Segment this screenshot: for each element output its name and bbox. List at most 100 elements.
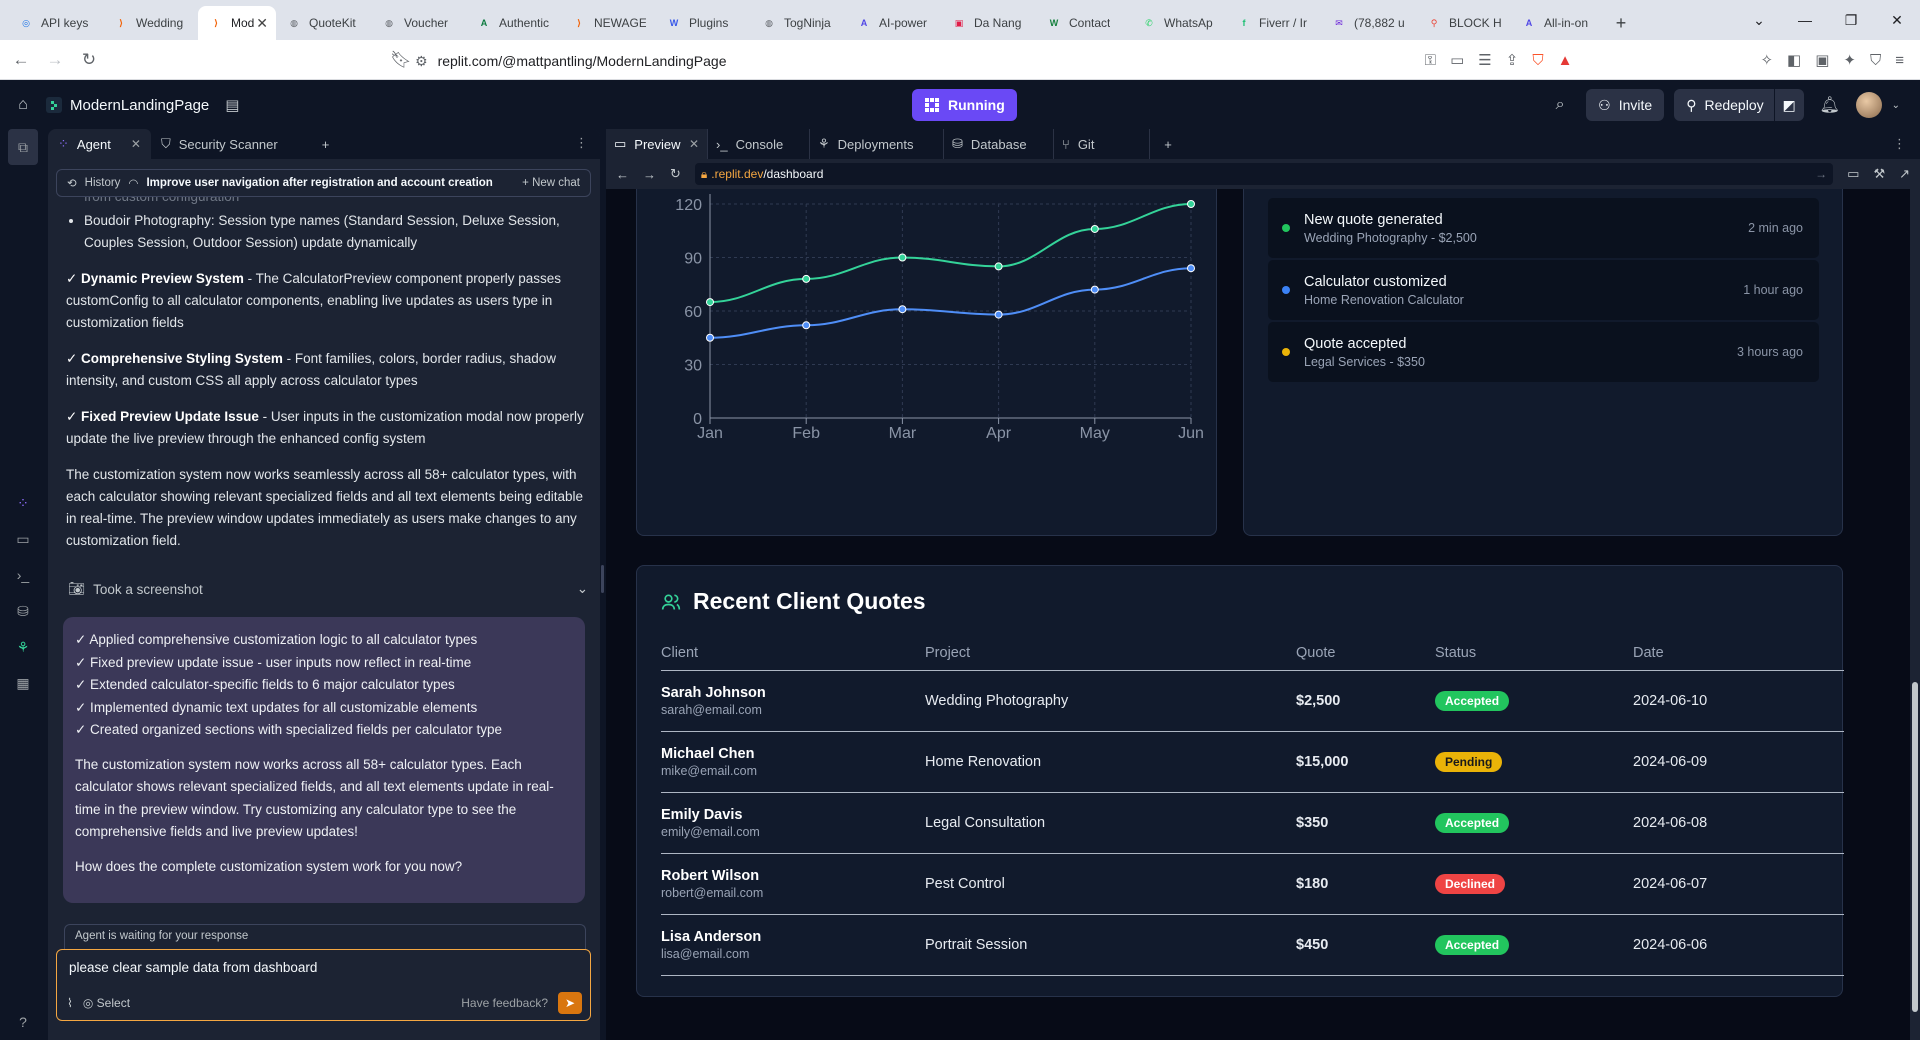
devtools-icon[interactable]: ⚒	[1873, 166, 1885, 182]
browser-tab[interactable]: A All-in-on	[1511, 6, 1606, 40]
leo-icon[interactable]: ✦	[1843, 51, 1856, 69]
browser-tab[interactable]: A AI-power	[846, 6, 941, 40]
close-window-button[interactable]: ✕	[1874, 12, 1920, 29]
chevron-down-icon[interactable]: ⌄	[1892, 100, 1900, 111]
agent-rail-icon[interactable]: ⁘	[0, 485, 46, 521]
vpn-icon[interactable]: ⛉	[1870, 52, 1881, 69]
table-row[interactable]: Lisa Anderson lisa@email.com Portrait Sess…	[661, 913, 1844, 976]
feedback-link[interactable]: Have feedback?	[461, 996, 548, 1010]
forward-icon[interactable]: →	[643, 167, 656, 182]
tab-deployments[interactable]: ⚘ Deployments	[810, 129, 944, 159]
search-icon[interactable]: ⌕	[1544, 89, 1576, 121]
screenshot-action-row[interactable]: 📷︎ Took a screenshot ⌄	[68, 581, 588, 597]
tab-database[interactable]: ⛁ Database	[944, 129, 1054, 159]
devices-icon[interactable]: ▭	[1847, 166, 1859, 182]
reload-icon[interactable]: ↻	[670, 166, 681, 182]
browser-tab[interactable]: ✉ (78,882 u	[1321, 6, 1416, 40]
tab-agent[interactable]: ⁘ Agent ✕	[48, 129, 151, 159]
browser-tab[interactable]: ⟩ NEWAGE	[561, 6, 656, 40]
minimize-button[interactable]: —	[1782, 12, 1828, 28]
new-tab-button[interactable]: +	[1606, 6, 1636, 40]
webview-rail-icon[interactable]: ▭	[0, 521, 46, 557]
open-new-tab-icon[interactable]: ↗	[1899, 166, 1910, 182]
new-chat-button[interactable]: + New chat	[522, 177, 580, 189]
select-button[interactable]: ◎ Select	[83, 996, 130, 1010]
browser-tab[interactable]: ▣ Da Nang	[941, 6, 1036, 40]
bookmark-icon[interactable]: 🔖︎	[388, 50, 414, 70]
add-tab-button[interactable]: +	[312, 129, 340, 159]
shell-rail-icon[interactable]: ›_	[0, 557, 46, 593]
run-button[interactable]: Running	[912, 89, 1017, 121]
close-icon[interactable]: ✕	[131, 137, 141, 151]
panel-resize-handle[interactable]	[601, 565, 604, 593]
cast-icon[interactable]: ▭	[1450, 51, 1464, 69]
browser-tab[interactable]: ✆ WhatsAp	[1131, 6, 1226, 40]
help-icon[interactable]: ?	[0, 1004, 46, 1040]
home-icon[interactable]: ⌂	[0, 96, 46, 114]
forward-icon[interactable]: →	[42, 50, 68, 70]
tab-git[interactable]: ⑂ Git	[1054, 129, 1150, 159]
attach-icon[interactable]: ⌇	[67, 996, 73, 1010]
deploy-rail-icon[interactable]: ⚘	[0, 629, 46, 665]
key-icon[interactable]: ⚿	[1425, 52, 1436, 69]
chat-input[interactable]: please clear sample data from dashboard …	[56, 949, 591, 1021]
bell-icon[interactable]: 🔔︎	[1814, 89, 1846, 121]
restore-button[interactable]: ❐	[1828, 12, 1874, 29]
reload-icon[interactable]: ↻	[76, 50, 102, 70]
extensions-icon[interactable]: ✧	[1760, 51, 1773, 69]
chat-input-text[interactable]: please clear sample data from dashboard	[69, 960, 317, 975]
apps-grid-icon[interactable]: ▦	[0, 665, 46, 701]
browser-tab[interactable]: ◍ TogNinja	[751, 6, 846, 40]
browser-tab[interactable]: f Fiverr / Ir	[1226, 6, 1321, 40]
add-tab-button[interactable]: +	[1150, 129, 1186, 159]
scrollbar-thumb[interactable]	[1912, 682, 1918, 1012]
preview-url-bar[interactable]: 🔒︎ .replit.dev/dashboard →	[694, 163, 1834, 185]
tab-console[interactable]: ›_ Console	[708, 129, 810, 159]
share-icon[interactable]: ⇪	[1506, 51, 1519, 69]
close-icon[interactable]: ✕	[689, 137, 699, 151]
browser-tab[interactable]: ⟩ Mod ✕	[198, 6, 276, 40]
back-icon[interactable]: ←	[616, 167, 629, 182]
browser-tab[interactable]: ◍ Voucher	[371, 6, 466, 40]
chevron-down-icon[interactable]: ⌄	[577, 581, 588, 597]
send-button[interactable]: ➤	[558, 992, 582, 1014]
table-row[interactable]: Michael Chen mike@email.com Home Renovatio…	[661, 730, 1844, 792]
wallet-icon[interactable]: ▣	[1815, 51, 1829, 69]
thread-title[interactable]: Improve user navigation after registrati…	[146, 177, 492, 189]
address-text[interactable]: replit.com/@mattpantling/ModernLandingPa…	[438, 53, 727, 69]
project-menu-icon[interactable]: ▤	[225, 96, 239, 114]
reader-icon[interactable]: ☰	[1478, 51, 1491, 69]
avatar[interactable]	[1855, 92, 1882, 118]
tab-preview[interactable]: ▭ Preview ✕	[606, 129, 708, 159]
tab-security-scanner[interactable]: ⛉ Security Scanner	[151, 129, 288, 159]
browser-tab[interactable]: ⟩ Wedding	[103, 6, 198, 40]
history-button[interactable]: History	[85, 177, 121, 189]
browser-tab[interactable]: ◍ QuoteKit	[276, 6, 371, 40]
go-icon[interactable]: →	[1815, 167, 1827, 181]
project-switcher[interactable]: ModernLandingPage ▤	[46, 96, 239, 114]
deploy-panel-icon[interactable]: ◩	[1773, 89, 1804, 121]
more-options-icon[interactable]: ⋮	[575, 135, 588, 151]
database-rail-icon[interactable]: ⛁	[0, 593, 46, 629]
browser-tab[interactable]: ◎ API keys	[8, 6, 103, 40]
tab-search-icon[interactable]: ⌄	[1736, 12, 1782, 29]
table-row[interactable]: Emily Davis emily@email.com Legal Consulta…	[661, 791, 1844, 853]
table-row[interactable]: Robert Wilson robert@email.com Pest Contro…	[661, 852, 1844, 914]
table-row[interactable]: Sarah Johnson sarah@email.com Wedding Phot…	[661, 669, 1844, 731]
browser-tab[interactable]: W Plugins	[656, 6, 751, 40]
brave-shield-icon[interactable]: ⛉	[1532, 52, 1543, 69]
browser-tab[interactable]: A Authentic	[466, 6, 561, 40]
browser-tab[interactable]: ⚲ BLOCK H	[1416, 6, 1511, 40]
site-settings-icon[interactable]: ⚙︎	[415, 53, 428, 70]
menu-icon[interactable]: ≡	[1895, 52, 1904, 69]
invite-button[interactable]: ⚇ Invite	[1586, 89, 1665, 121]
browser-tab[interactable]: W Contact	[1036, 6, 1131, 40]
preview-scrollbar[interactable]	[1910, 189, 1920, 1040]
files-icon[interactable]: ⧉	[8, 129, 38, 165]
brave-rewards-icon[interactable]: ▲	[1558, 52, 1573, 69]
address-bar[interactable]: ⚙︎ replit.com/@mattpantling/ModernLandin…	[415, 49, 727, 73]
more-options-icon[interactable]: ⋮	[1893, 136, 1906, 152]
redeploy-button[interactable]: ⚲ Redeploy ◩	[1674, 89, 1804, 121]
back-icon[interactable]: ←	[8, 50, 34, 70]
sidebar-icon[interactable]: ◧	[1787, 51, 1801, 69]
